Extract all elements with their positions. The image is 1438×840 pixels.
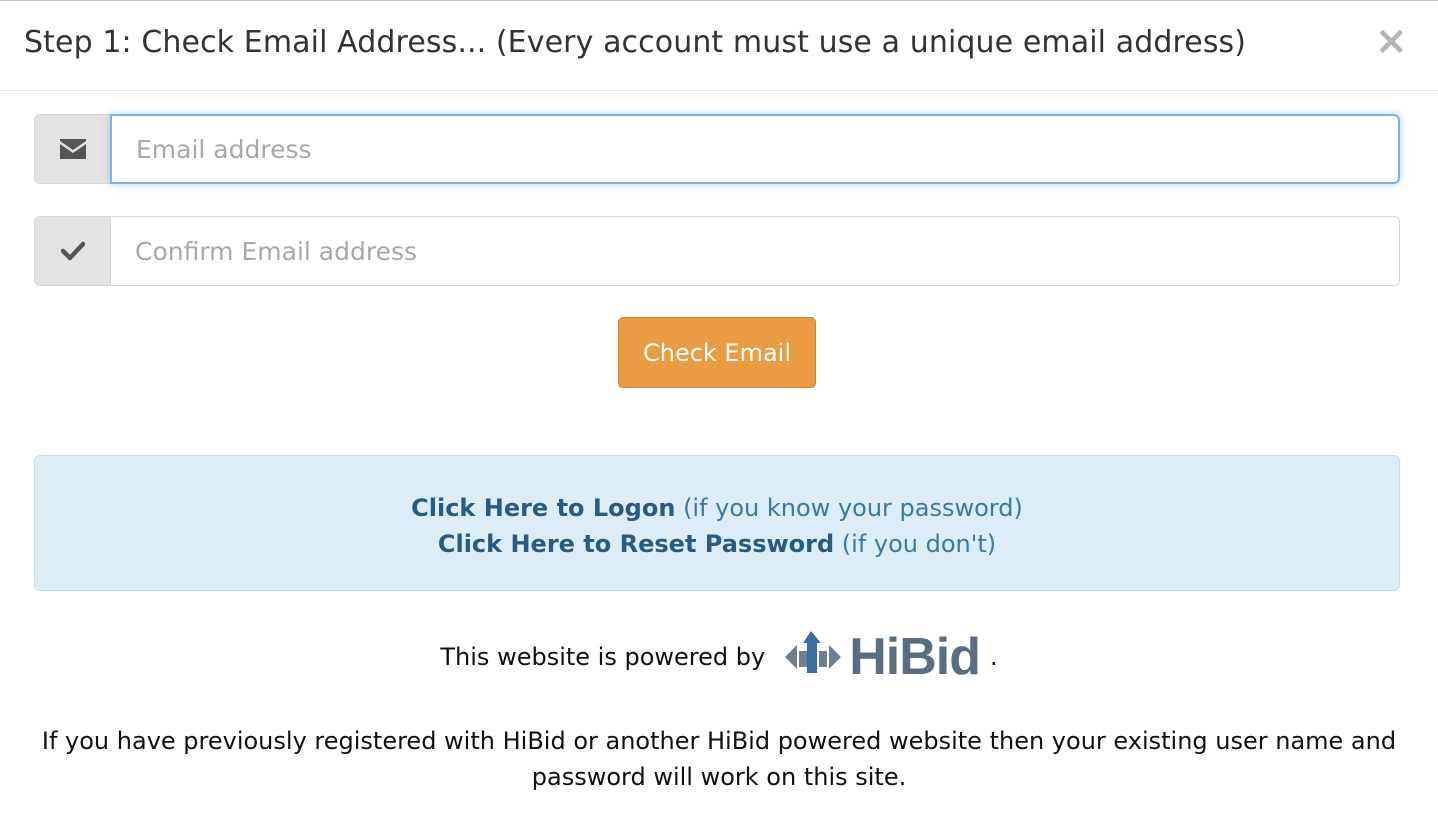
hibid-logo: HiBid [781,627,981,687]
reset-password-link[interactable]: Click Here to Reset Password [438,530,834,558]
envelope-icon [34,114,110,184]
checkmark-icon [34,216,110,286]
reset-note: (if you don't) [841,530,997,558]
email-field[interactable] [110,114,1400,184]
confirm-email-input-group [34,216,1400,288]
previous-registration-note: If you have previously registered with H… [41,727,1397,791]
logon-link[interactable]: Click Here to Logon [411,494,675,522]
register-modal: Step 1: Check Email Address... (Every ac… [0,0,1438,840]
modal-header: Step 1: Check Email Address... (Every ac… [0,1,1438,91]
powered-by-text: This website is powered by [440,643,766,671]
check-email-button[interactable]: Check Email [618,317,816,388]
modal-title: Step 1: Check Email Address... (Every ac… [24,25,1247,60]
hibid-logo-text: HiBid [849,628,981,686]
close-icon[interactable]: × [1374,21,1408,61]
logon-line: Click Here to Logon (if you know your pa… [35,490,1399,526]
email-input-group [34,114,1400,186]
hibid-logo-mark-icon [785,631,842,673]
reset-line: Click Here to Reset Password (if you don… [35,526,1399,562]
confirm-email-field[interactable] [110,216,1400,286]
login-help-alert: Click Here to Logon (if you know your pa… [34,455,1400,591]
logon-note: (if you know your password) [683,494,1023,522]
powered-by: This website is powered by HiBid . [0,627,1438,687]
powered-by-period: . [989,643,998,671]
